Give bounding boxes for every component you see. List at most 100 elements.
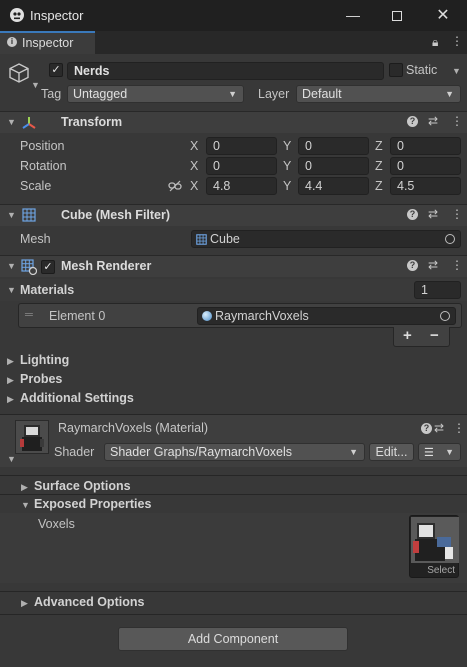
component-menu-icon[interactable]: ⋮ <box>453 421 465 435</box>
rotation-label: Rotation <box>20 159 67 173</box>
foldout-arrow-icon: ▼ <box>7 117 16 127</box>
chevron-down-icon: ▼ <box>445 447 454 457</box>
object-picker-icon[interactable] <box>445 234 455 244</box>
component-menu-icon[interactable]: ⋮ <box>451 258 463 272</box>
static-dropdown-icon[interactable]: ▼ <box>452 66 461 76</box>
axis-x-label: X <box>190 179 199 193</box>
foldout-arrow-icon: ▼ <box>21 500 30 510</box>
axis-y-label: Y <box>283 179 292 193</box>
material-foldout-arrow-icon[interactable]: ▼ <box>7 454 16 464</box>
scale-y-field[interactable]: 4.4 <box>298 177 369 195</box>
voxels-texture-slot[interactable]: Select <box>409 515 459 578</box>
mesh-renderer-header[interactable]: ▼ ✓ Mesh Renderer ? ⇄ ⋮ <box>0 255 467 277</box>
material-object-field[interactable]: RaymarchVoxels <box>197 307 456 325</box>
voxels-label: Voxels <box>38 517 75 531</box>
static-label: Static <box>406 63 438 77</box>
rotation-x-field[interactable]: 0 <box>206 157 277 175</box>
list-icon: ☰ <box>424 447 434 459</box>
mesh-renderer-title: Mesh Renderer <box>61 259 152 273</box>
foldout-arrow-icon: ▶ <box>21 482 28 492</box>
presets-icon[interactable]: ⇄ <box>428 258 438 272</box>
chevron-down-icon: ▼ <box>228 89 237 99</box>
section-separator <box>0 614 467 615</box>
help-icon[interactable]: ? <box>421 423 432 434</box>
section-separator <box>0 475 467 476</box>
shader-label: Shader <box>54 445 95 459</box>
chevron-down-icon: ▼ <box>445 89 454 99</box>
presets-icon[interactable]: ⇄ <box>428 114 438 128</box>
transform-header[interactable]: ▼ Transform ? ⇄ ⋮ <box>0 111 467 133</box>
shader-options-dropdown[interactable]: ☰ ▼ <box>418 443 461 461</box>
mesh-renderer-icon <box>21 259 38 278</box>
transform-title: Transform <box>61 115 123 129</box>
info-icon: i <box>7 37 17 47</box>
window-title: Inspector <box>30 8 84 23</box>
materials-count-field[interactable]: 1 <box>414 281 461 299</box>
tab-inspector[interactable]: i Inspector <box>0 31 95 54</box>
position-z-field[interactable]: 0 <box>390 137 461 155</box>
mesh-object-field[interactable]: Cube <box>191 230 461 248</box>
link-scale-icon[interactable] <box>168 179 182 196</box>
chevron-down-icon: ▼ <box>349 447 358 457</box>
shader-dropdown[interactable]: Shader Graphs/RaymarchVoxels ▼ <box>104 443 365 461</box>
axis-z-label: Z <box>375 179 383 193</box>
mesh-filter-title: Cube (Mesh Filter) <box>61 208 171 222</box>
object-picker-icon[interactable] <box>440 311 450 321</box>
help-icon[interactable]: ? <box>407 260 418 271</box>
mesh-filter-header[interactable]: ▼ Cube (Mesh Filter) ? ⇄ ⋮ <box>0 204 467 226</box>
mesh-renderer-enabled-checkbox[interactable]: ✓ <box>41 260 55 274</box>
additional-settings-foldout[interactable]: Additional Settings <box>20 391 134 405</box>
position-label: Position <box>20 139 65 153</box>
mesh-grid-icon <box>196 233 207 249</box>
object-name-field[interactable]: Nerds <box>67 62 384 80</box>
presets-icon[interactable]: ⇄ <box>428 207 438 221</box>
rotation-y-field[interactable]: 0 <box>298 157 369 175</box>
lighting-foldout[interactable]: Lighting <box>20 353 69 367</box>
component-menu-icon[interactable]: ⋮ <box>451 114 463 128</box>
rotation-z-field[interactable]: 0 <box>390 157 461 175</box>
probes-foldout[interactable]: Probes <box>20 372 62 386</box>
maximize-button[interactable] <box>374 0 420 31</box>
section-separator <box>0 591 467 592</box>
axis-z-label: Z <box>375 159 383 173</box>
edit-shader-button[interactable]: Edit... <box>369 443 414 461</box>
layer-dropdown[interactable]: Default ▼ <box>296 85 461 103</box>
section-separator <box>0 494 467 495</box>
lock-icon[interactable]: 🔒︎ <box>432 35 438 50</box>
remove-element-button[interactable]: − <box>430 327 439 344</box>
drag-handle-icon[interactable]: ═ <box>25 309 33 321</box>
tag-dropdown[interactable]: Untagged ▼ <box>67 85 244 103</box>
help-icon[interactable]: ? <box>407 116 418 127</box>
axis-x-label: X <box>190 159 199 173</box>
layer-label: Layer <box>258 87 290 101</box>
component-menu-icon[interactable]: ⋮ <box>451 207 463 221</box>
minimize-button[interactable]: — <box>330 0 376 31</box>
active-checkbox[interactable]: ✓ <box>49 63 63 77</box>
add-element-button[interactable]: + <box>403 327 412 344</box>
tag-label: Tag <box>41 87 62 101</box>
static-checkbox[interactable] <box>389 63 403 77</box>
axis-y-label: Y <box>283 159 292 173</box>
materials-list-header[interactable]: ▼ Materials 1 <box>0 279 467 301</box>
foldout-arrow-icon: ▼ <box>7 261 16 271</box>
select-texture-label[interactable]: Select <box>427 565 455 576</box>
position-y-field[interactable]: 0 <box>298 137 369 155</box>
scale-x-field[interactable]: 4.8 <box>206 177 277 195</box>
foldout-arrow-icon: ▼ <box>7 285 16 295</box>
more-options-icon[interactable]: ⋮ <box>451 34 463 48</box>
foldout-arrow-icon: ▶ <box>7 356 14 366</box>
add-component-button[interactable]: Add Component <box>118 627 348 651</box>
surface-options-foldout[interactable]: Surface Options <box>34 479 131 493</box>
shader-value: Shader Graphs/RaymarchVoxels <box>110 445 293 459</box>
close-window-button[interactable]: ✕ <box>420 0 466 31</box>
axis-x-label: X <box>190 139 199 153</box>
help-icon[interactable]: ? <box>407 209 418 220</box>
material-sphere-icon <box>202 311 212 321</box>
scale-z-field[interactable]: 4.5 <box>390 177 461 195</box>
position-x-field[interactable]: 0 <box>206 137 277 155</box>
foldout-arrow-icon: ▶ <box>21 598 28 608</box>
presets-icon[interactable]: ⇄ <box>434 421 444 435</box>
icon-dropdown-icon[interactable]: ▼ <box>31 80 40 90</box>
advanced-options-foldout[interactable]: Advanced Options <box>34 595 144 609</box>
exposed-properties-foldout[interactable]: Exposed Properties <box>34 497 151 511</box>
